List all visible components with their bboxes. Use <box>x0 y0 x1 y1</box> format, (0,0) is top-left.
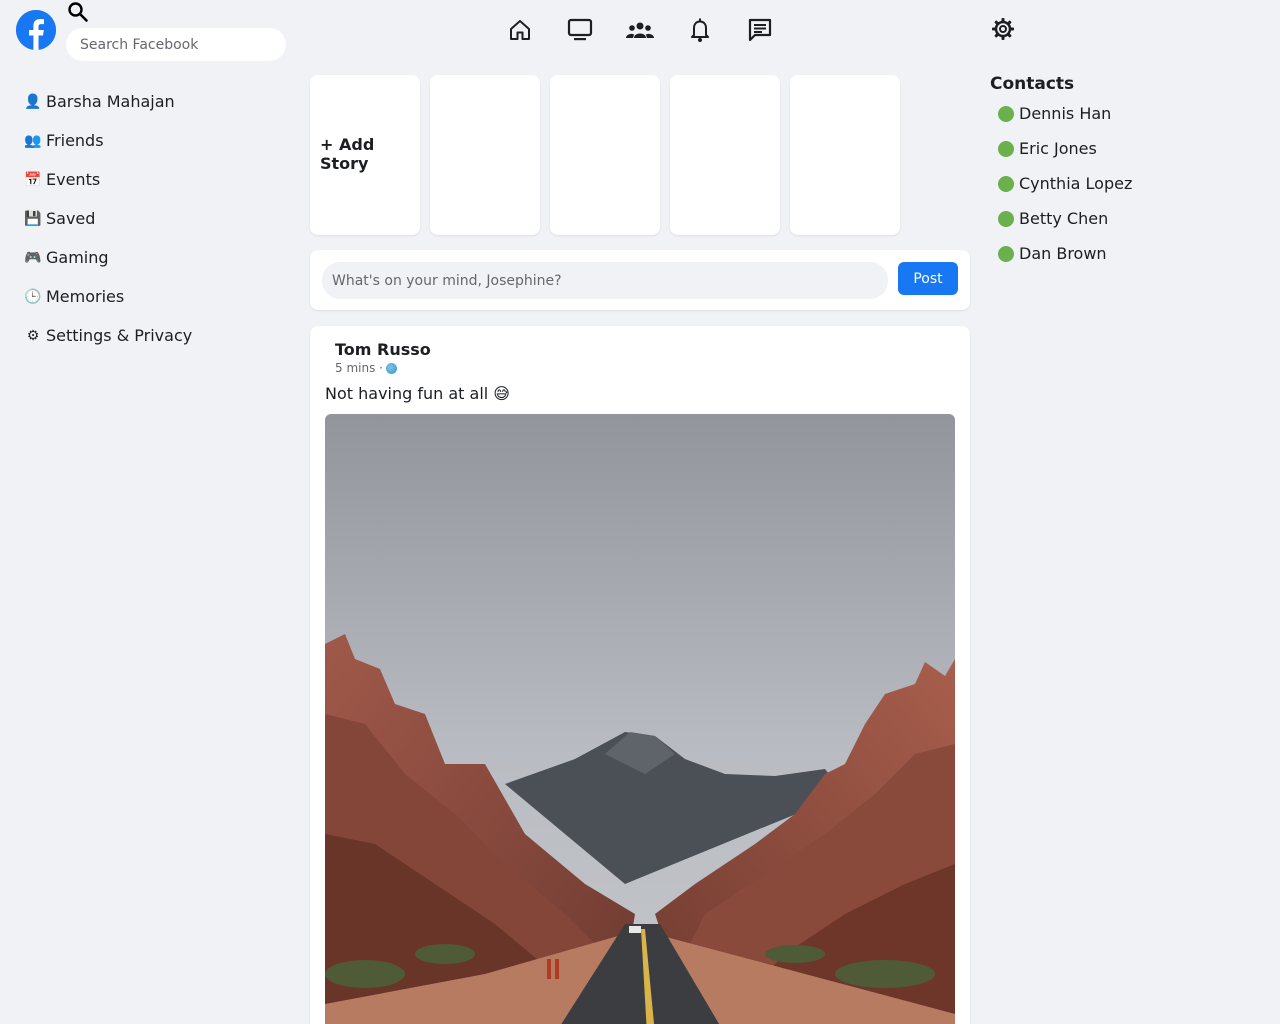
contact-item[interactable]: Dennis Han <box>990 96 1260 131</box>
composer-input[interactable] <box>322 262 888 299</box>
contact-name: Eric Jones <box>1019 139 1097 158</box>
online-status-icon <box>998 210 1014 227</box>
online-status-icon <box>998 105 1014 122</box>
facebook-logo-icon[interactable] <box>16 10 56 50</box>
search-input[interactable] <box>66 28 286 61</box>
home-icon[interactable] <box>500 14 540 46</box>
clock-icon: 🕒 <box>24 288 42 305</box>
calendar-icon: 📅 <box>24 171 42 188</box>
globe-icon <box>385 362 397 374</box>
sidebar-item-label: Saved <box>46 209 96 228</box>
contact-item[interactable]: Dan Brown <box>990 236 1260 271</box>
post-time[interactable]: 5 mins · <box>335 361 383 375</box>
online-status-icon <box>998 245 1014 262</box>
sidebar-item-label: Events <box>46 170 101 189</box>
add-story-label: + Add Story <box>320 135 375 173</box>
contact-name: Cynthia Lopez <box>1019 174 1133 193</box>
online-status-icon <box>998 140 1014 157</box>
contact-item[interactable]: Betty Chen <box>990 201 1260 236</box>
sidebar-item-memories[interactable]: 🕒 Memories <box>24 277 284 316</box>
top-nav <box>500 14 780 46</box>
friends-icon: 👥 <box>24 132 42 149</box>
post-image[interactable] <box>325 414 955 1024</box>
sidebar-item-settings[interactable]: ⚙ Settings & Privacy <box>24 316 284 355</box>
messenger-icon[interactable] <box>740 14 780 46</box>
stories-row: + Add Story <box>310 75 900 235</box>
story-card[interactable] <box>790 75 900 235</box>
story-card[interactable] <box>670 75 780 235</box>
post-author[interactable]: Tom Russo <box>335 340 431 359</box>
gear-icon[interactable] <box>988 14 1018 44</box>
notifications-icon[interactable] <box>680 14 720 46</box>
contacts-title: Contacts <box>990 74 1075 94</box>
left-sidebar: 👤 Barsha Mahajan 👥 Friends 📅 Events 💾 Sa… <box>24 82 284 355</box>
add-story-card[interactable]: + Add Story <box>310 75 420 235</box>
sidebar-item-saved[interactable]: 💾 Saved <box>24 199 284 238</box>
feed-post: Tom Russo 5 mins · Not having fun at all… <box>310 326 970 1024</box>
story-card[interactable] <box>550 75 660 235</box>
sidebar-item-label: Memories <box>46 287 125 306</box>
online-status-icon <box>998 175 1014 192</box>
contact-name: Betty Chen <box>1019 209 1109 228</box>
groups-icon[interactable] <box>620 14 660 46</box>
contact-item[interactable]: Cynthia Lopez <box>990 166 1260 201</box>
contacts-panel: Contacts Dennis Han Eric Jones Cynthia L… <box>990 74 1260 271</box>
sidebar-item-friends[interactable]: 👥 Friends <box>24 121 284 160</box>
settings-icon: ⚙ <box>26 327 40 344</box>
contact-name: Dan Brown <box>1019 244 1107 263</box>
floppy-disk-icon: 💾 <box>24 210 42 227</box>
sidebar-item-events[interactable]: 📅 Events <box>24 160 284 199</box>
gamepad-icon: 🎮 <box>24 249 42 266</box>
sidebar-item-label: Barsha Mahajan <box>46 92 175 111</box>
profile-icon: 👤 <box>24 93 42 110</box>
search-icon[interactable] <box>67 1 89 23</box>
story-card[interactable] <box>430 75 540 235</box>
sidebar-item-gaming[interactable]: 🎮 Gaming <box>24 238 284 277</box>
post-composer: Post <box>310 250 970 310</box>
sidebar-item-label: Friends <box>46 131 104 150</box>
post-meta: 5 mins · <box>335 361 397 375</box>
sidebar-item-label: Settings & Privacy <box>46 326 193 345</box>
watch-icon[interactable] <box>560 14 600 46</box>
post-text: Not having fun at all 😅 <box>325 384 510 403</box>
sidebar-item-label: Gaming <box>46 248 109 267</box>
sidebar-item-profile[interactable]: 👤 Barsha Mahajan <box>24 82 284 121</box>
post-button[interactable]: Post <box>898 262 958 295</box>
contact-name: Dennis Han <box>1019 104 1112 123</box>
contact-item[interactable]: Eric Jones <box>990 131 1260 166</box>
